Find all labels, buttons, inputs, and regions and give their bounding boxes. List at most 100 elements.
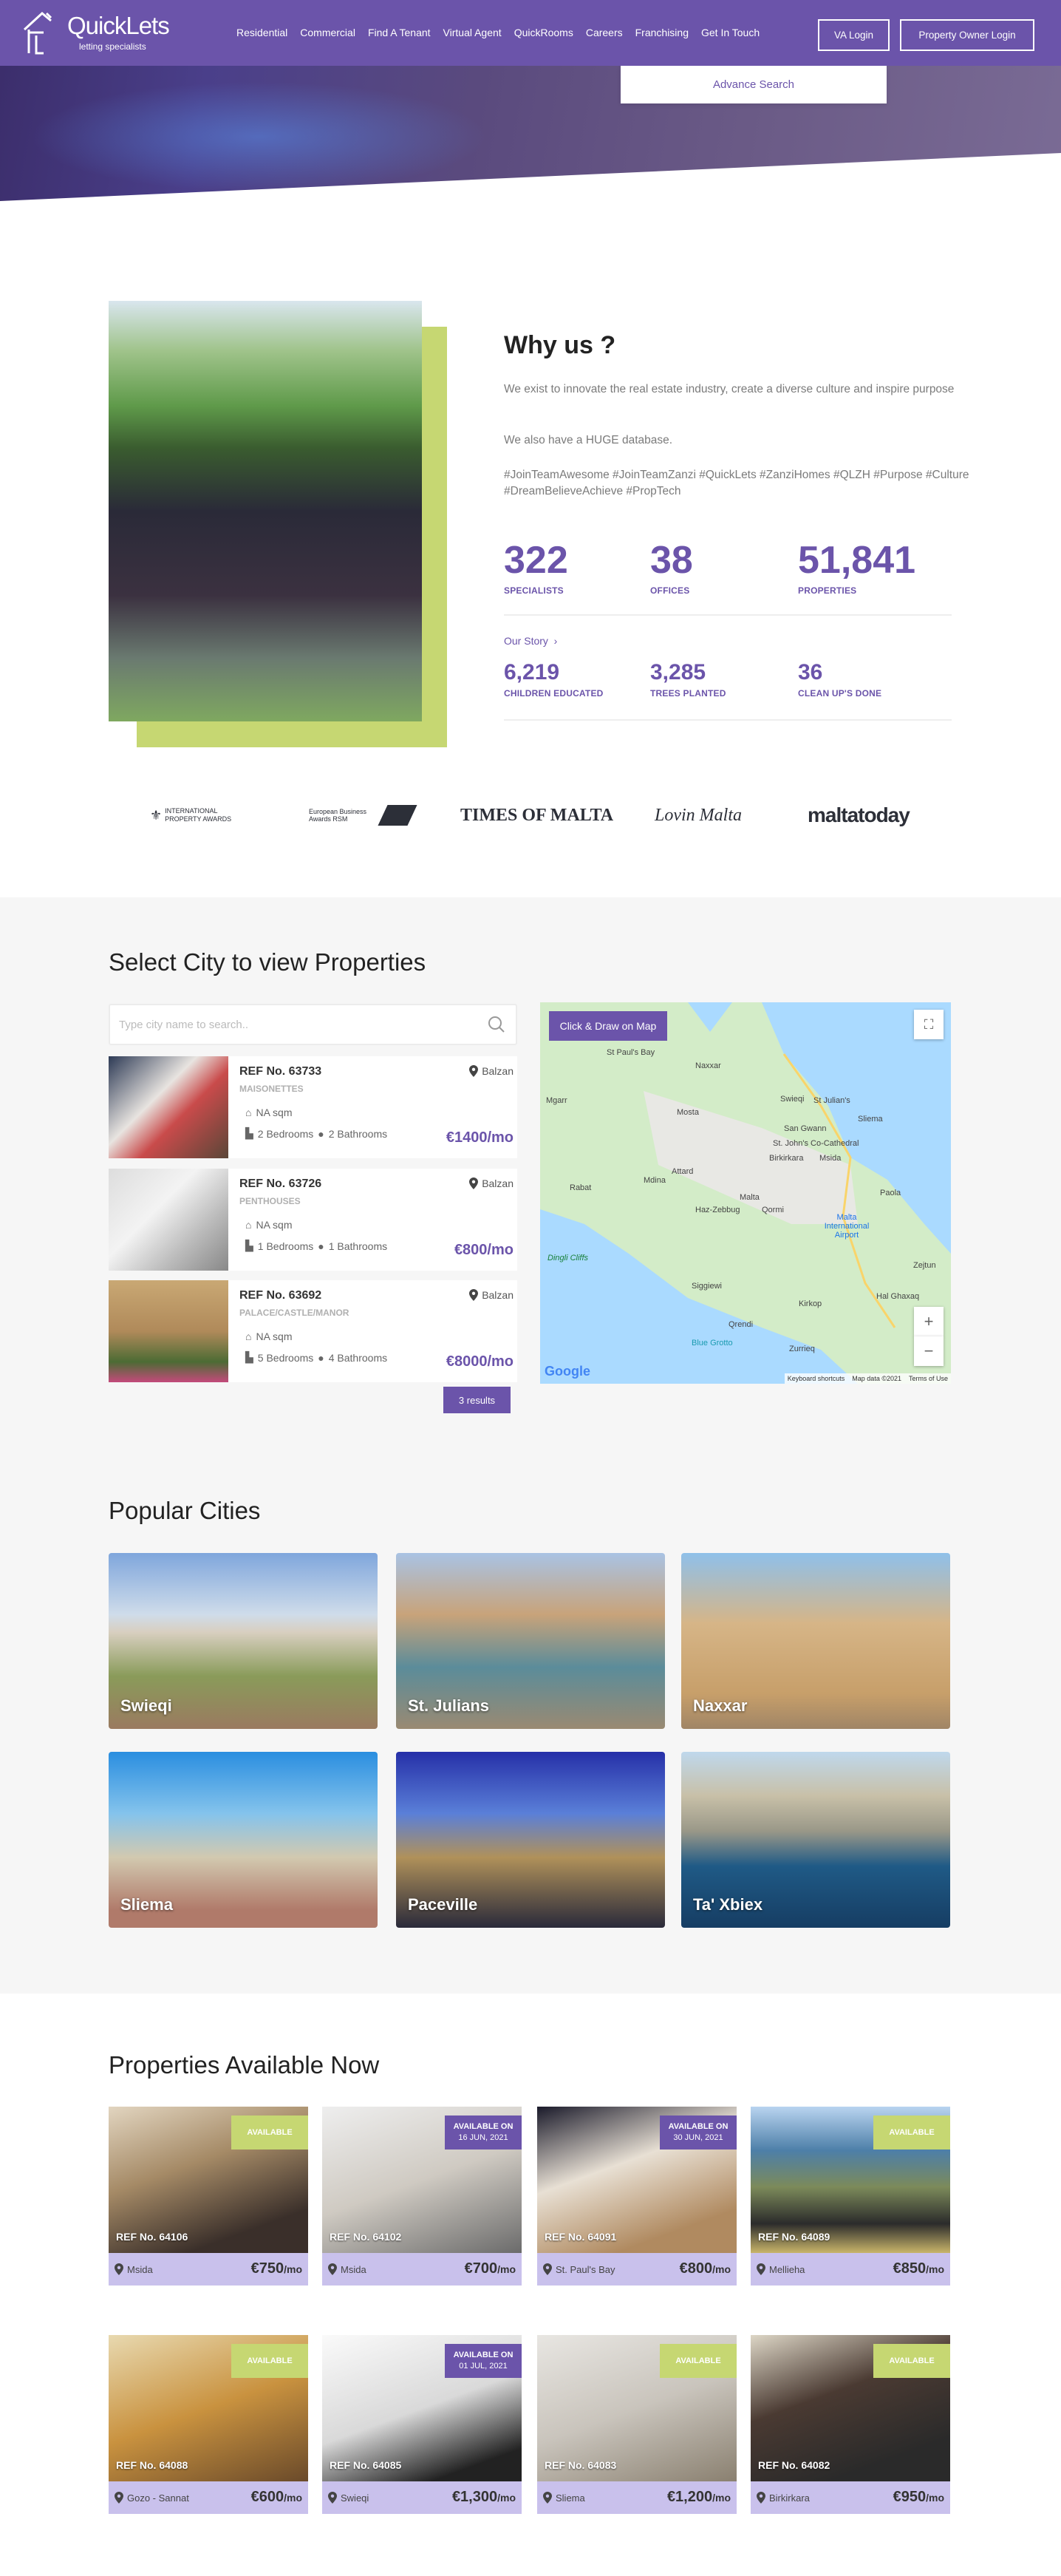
stat-number: 38 (650, 539, 693, 582)
property-ref: REF No. 64082 (758, 2459, 830, 2471)
city-name: Ta' Xbiex (693, 1895, 763, 1914)
city-tile[interactable]: Ta' Xbiex (681, 1752, 950, 1928)
results-count-button[interactable]: 3 results (443, 1387, 511, 1413)
stat-number: 51,841 (798, 539, 916, 582)
location-pin-icon (115, 2492, 123, 2504)
nav-link-commercial[interactable]: Commercial (300, 27, 355, 38)
property-card[interactable]: AVAILABLE REF No. 64088 Gozo - Sannat €6… (109, 2335, 308, 2514)
listing-type: PENTHOUSES (239, 1196, 301, 1206)
map-place-label: St. John's Co-Cathedral (773, 1139, 859, 1148)
location-pin-icon (328, 2263, 337, 2275)
zoom-out-button[interactable]: − (914, 1336, 944, 1366)
fullscreen-icon[interactable]: ⛶ (914, 1010, 944, 1039)
city-tile[interactable]: Naxxar (681, 1553, 950, 1729)
location-pin-icon (757, 2492, 765, 2504)
location-pin-icon (115, 2263, 123, 2275)
divider (504, 719, 952, 721)
city-tile[interactable]: Sliema (109, 1752, 378, 1928)
press-logo-european-business-awards: European Business Awards RSM (309, 802, 420, 829)
map-place-label: Swieqi (780, 1095, 805, 1104)
nav-link-residential[interactable]: Residential (236, 27, 287, 38)
our-story-label: Our Story (504, 635, 548, 647)
property-price: €1,200/mo (666, 2489, 731, 2505)
property-card[interactable]: AVAILABLE ON 30 JUN, 2021 REF No. 64091 S… (537, 2107, 737, 2286)
city-search (109, 1004, 517, 1045)
house-icon: ⌂ (245, 1331, 252, 1342)
logo[interactable]: QuickLets letting specialists (21, 10, 177, 56)
stat-trees: 3,285 TREES PLANTED (650, 662, 726, 699)
stat-label: OFFICES (650, 585, 690, 596)
listing-area: NA sqm (256, 1107, 293, 1118)
nav-link-careers[interactable]: Careers (586, 27, 623, 38)
availability-badge: AVAILABLE ON 16 JUN, 2021 (445, 2115, 522, 2150)
advance-search-button[interactable]: Advance Search (621, 66, 887, 103)
property-location: Gozo - Sannat (127, 2492, 189, 2504)
listing-card[interactable]: REF No. 63733 MAISONETTES ⌂ NA sqm ▙ 2 Bed… (109, 1056, 517, 1158)
map-place-label: Zejtun (913, 1261, 936, 1270)
map-place-label: Paola (880, 1189, 901, 1197)
nav-link-franchising[interactable]: Franchising (635, 27, 689, 38)
listing-card[interactable]: REF No. 63726 PENTHOUSES ⌂ NA sqm ▙ 1 Bedr… (109, 1169, 517, 1271)
map[interactable]: St Paul's Bay Naxxar Mgarr Mosta Swieqi St Ju… (540, 1002, 951, 1384)
stat-specialists: 322 SPECIALISTS (504, 541, 568, 596)
listing-price: €800/mo (454, 1242, 514, 1258)
popular-cities-title: Popular Cities (109, 1497, 261, 1524)
drop-icon: ● (318, 1240, 324, 1252)
property-ref: REF No. 64088 (116, 2459, 188, 2471)
listing-area: NA sqm (256, 1219, 293, 1231)
property-owner-login-button[interactable]: Property Owner Login (900, 19, 1034, 51)
map-place-label: Mosta (677, 1108, 699, 1117)
click-draw-on-map-button[interactable]: Click & Draw on Map (549, 1011, 667, 1041)
listing-photo (109, 1056, 228, 1158)
stat-label: TREES PLANTED (650, 688, 726, 699)
hashtags: #JoinTeamAwesome #JoinTeamZanzi #QuickLe… (504, 469, 969, 497)
property-ref: REF No. 64089 (758, 2231, 830, 2243)
map-place-label: Mdina (644, 1176, 666, 1185)
map-place-label: Haz-Zebbug (695, 1206, 740, 1214)
property-card[interactable]: AVAILABLE ON 16 JUN, 2021 REF No. 64102 M… (322, 2107, 522, 2286)
search-icon[interactable] (488, 1016, 505, 1033)
stat-number: 3,285 (650, 660, 706, 684)
listing-bathrooms: 4 Bathrooms (328, 1351, 388, 1364)
city-tile[interactable]: St. Julians (396, 1553, 665, 1729)
availability-badge: AVAILABLE ON 01 JUL, 2021 (445, 2344, 522, 2378)
map-place-label: Kirkop (799, 1299, 822, 1308)
property-ref: REF No. 64102 (330, 2231, 402, 2243)
va-login-button[interactable]: VA Login (818, 19, 890, 51)
property-ref: REF No. 64083 (545, 2459, 617, 2471)
terms-link[interactable]: Terms of Use (909, 1375, 948, 1382)
listing-location: Balzan (482, 1177, 514, 1189)
listing-ref: REF No. 63692 (239, 1289, 322, 1302)
properties-available-title: Properties Available Now (109, 2051, 380, 2079)
team-photo (109, 301, 422, 721)
nav-link-quickrooms[interactable]: QuickRooms (514, 27, 573, 38)
availability-badge: AVAILABLE (873, 2115, 950, 2150)
drop-icon: ● (318, 1351, 324, 1364)
map-place-label: Malta (740, 1193, 760, 1202)
divider (504, 614, 952, 616)
why-us-title: Why us ? (504, 331, 616, 359)
city-tile[interactable]: Swieqi (109, 1553, 378, 1729)
city-search-input[interactable] (110, 1005, 465, 1044)
nav-link-virtual-agent[interactable]: Virtual Agent (443, 27, 502, 38)
property-price: €950/mo (893, 2489, 944, 2505)
zoom-in-button[interactable]: + (914, 1307, 944, 1336)
property-card[interactable]: AVAILABLE REF No. 64106 Msida €750/mo (109, 2107, 308, 2286)
property-card[interactable]: AVAILABLE ON 01 JUL, 2021 REF No. 64085 S… (322, 2335, 522, 2514)
property-card[interactable]: AVAILABLE REF No. 64089 Mellieha €850/mo (751, 2107, 950, 2286)
property-card[interactable]: AVAILABLE REF No. 64083 Sliema €1,200/mo (537, 2335, 737, 2514)
map-place-label: Attard (672, 1167, 694, 1176)
listing-card[interactable]: REF No. 63692 PALACE/CASTLE/MANOR ⌂ NA sq… (109, 1280, 517, 1382)
nav-link-find-a-tenant[interactable]: Find A Tenant (368, 27, 431, 38)
nav-link-get-in-touch[interactable]: Get In Touch (701, 27, 760, 38)
city-name: Sliema (120, 1895, 173, 1914)
our-story-link[interactable]: Our Story › (504, 635, 557, 647)
map-place-label: Msida (819, 1154, 842, 1163)
map-place-label: Sliema (858, 1115, 883, 1124)
city-tile[interactable]: Paceville (396, 1752, 665, 1928)
stat-label: SPECIALISTS (504, 585, 564, 596)
property-card[interactable]: AVAILABLE REF No. 64082 Birkirkara €950/… (751, 2335, 950, 2514)
press-logo-times-of-malta: TIMES OF MALTA (460, 805, 614, 825)
chevron-right-icon: › (550, 635, 558, 647)
keyboard-shortcuts-link[interactable]: Keyboard shortcuts (788, 1375, 845, 1382)
